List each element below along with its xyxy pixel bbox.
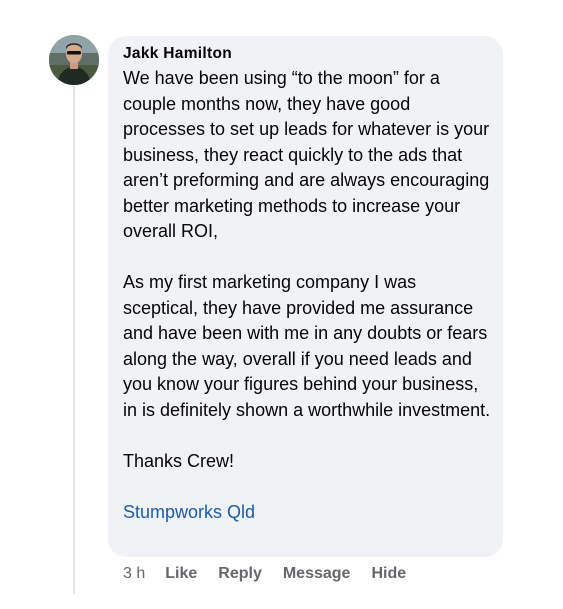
like-button[interactable]: Like — [165, 565, 197, 583]
reply-button[interactable]: Reply — [218, 565, 262, 583]
avatar-photo-icon — [49, 35, 99, 85]
thread-line — [73, 86, 75, 594]
comment-actions-bar: 3 h Like Reply Message Hide — [123, 562, 427, 586]
comment-paragraph: We have been using “to the moon” for a c… — [123, 68, 490, 241]
comment-body: We have been using “to the moon” for a c… — [123, 66, 491, 474]
comment-timestamp[interactable]: 3 h — [123, 565, 145, 583]
comment-author-name[interactable]: Jakk Hamilton — [123, 44, 491, 64]
comment-bubble: Jakk Hamilton We have been using “to the… — [108, 36, 503, 557]
comment-paragraph: Thanks Crew! — [123, 450, 235, 471]
author-avatar[interactable] — [49, 35, 99, 85]
message-button[interactable]: Message — [283, 565, 351, 583]
comment-paragraph: As my first marketing company I was scep… — [123, 272, 491, 420]
hide-button[interactable]: Hide — [371, 565, 406, 583]
tagged-page-link[interactable]: Stumpworks Qld — [123, 500, 491, 526]
